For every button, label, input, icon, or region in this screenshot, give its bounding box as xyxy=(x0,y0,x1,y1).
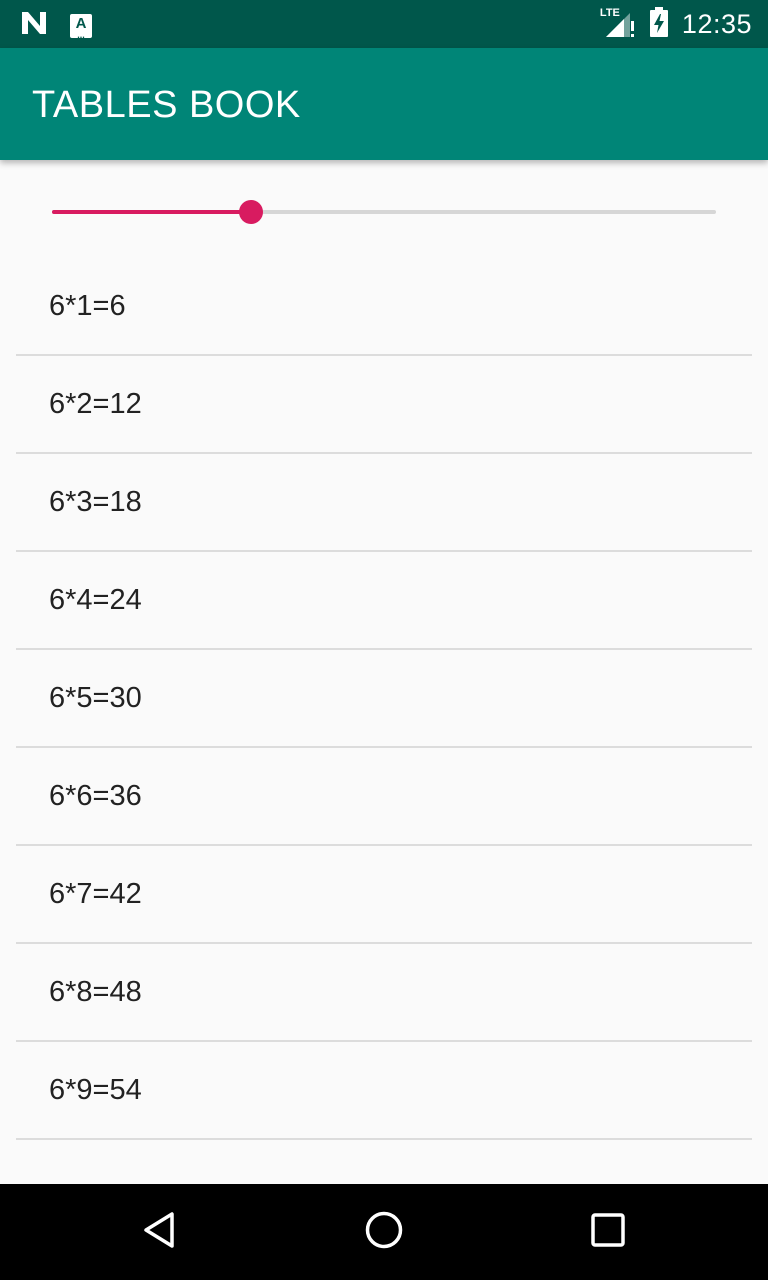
table-row-text: 6*4=24 xyxy=(49,583,142,616)
table-row[interactable]: 6*5=30 xyxy=(16,650,752,748)
table-row[interactable]: 6*8=48 xyxy=(16,944,752,1042)
home-button[interactable] xyxy=(360,1208,408,1256)
slider-active-track xyxy=(52,210,251,214)
table-row[interactable]: 6*6=36 xyxy=(16,748,752,846)
app-title: TABLES BOOK xyxy=(32,84,301,126)
back-button[interactable] xyxy=(136,1208,184,1256)
table-row-text: 6*2=12 xyxy=(49,387,142,420)
table-row[interactable]: 6*9=54 xyxy=(16,1042,752,1140)
table-number-slider[interactable] xyxy=(52,196,716,228)
table-row-text: 6*8=48 xyxy=(49,975,142,1008)
table-row-text: 6*9=54 xyxy=(49,1073,142,1106)
status-bar-notifications: A xyxy=(20,10,92,41)
table-row[interactable]: 6*3=18 xyxy=(16,454,752,552)
navigation-bar xyxy=(0,1184,768,1280)
table-row-text: 6*3=18 xyxy=(49,485,142,518)
status-bar: A LTE 12:35 xyxy=(0,0,768,48)
back-icon xyxy=(140,1210,180,1255)
n-notification-icon xyxy=(20,10,48,41)
table-row[interactable]: 6*7=42 xyxy=(16,846,752,944)
status-bar-system: LTE 12:35 xyxy=(600,0,752,48)
table-row[interactable]: 6*4=24 xyxy=(16,552,752,650)
table-row-text: 6*5=30 xyxy=(49,681,142,714)
a-notification-icon: A xyxy=(70,13,92,40)
slider-thumb[interactable] xyxy=(239,200,263,224)
recents-button[interactable] xyxy=(584,1208,632,1256)
table-row[interactable]: 6*2=12 xyxy=(16,356,752,454)
table-row-text: 6*1=6 xyxy=(49,289,126,322)
lte-signal-icon: LTE xyxy=(599,7,636,39)
battery-charging-icon xyxy=(649,6,668,42)
table-row-text: 6*7=42 xyxy=(49,877,142,910)
recents-icon xyxy=(590,1212,626,1253)
table-row-text: 6*6=36 xyxy=(49,779,142,812)
status-bar-time: 12:35 xyxy=(681,8,752,39)
home-icon xyxy=(363,1209,405,1256)
table-row[interactable]: 6*1=6 xyxy=(16,258,752,356)
screen: A LTE 12:35 TABL xyxy=(0,0,768,1280)
multiplication-table-list[interactable]: 6*1=6 6*2=12 6*3=18 6*4=24 6*5=30 6*6=36… xyxy=(16,258,752,1140)
network-type-label: LTE xyxy=(599,7,620,19)
app-bar: TABLES BOOK xyxy=(0,48,768,160)
